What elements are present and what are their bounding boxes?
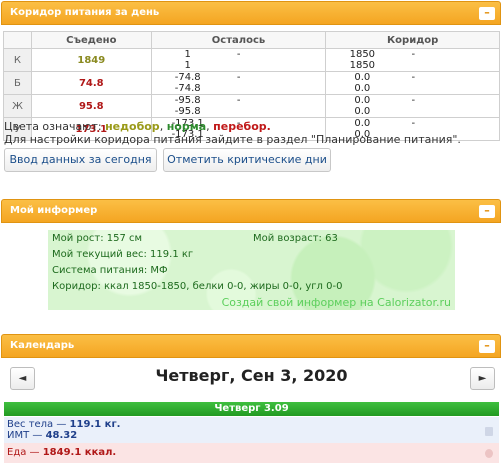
table-header-corridor: Коридор bbox=[325, 31, 500, 49]
informer-weight: Мой текущий вес: 119.1 кг bbox=[52, 249, 194, 260]
food-entry[interactable]: Еда — 1849.1 ккал. bbox=[4, 443, 499, 463]
remaining-cell: 1 - 1 bbox=[150, 48, 327, 72]
corridor-max: 0.0 bbox=[354, 106, 371, 117]
range-sep: - bbox=[411, 72, 416, 83]
corridor-panel-header: Коридор питания за день – bbox=[1, 1, 501, 25]
collapse-icon[interactable]: – bbox=[479, 205, 495, 218]
bmi-value: 48.32 bbox=[45, 430, 78, 441]
corridor-max: 1850 bbox=[349, 60, 376, 71]
informer-age: Мой возраст: 63 bbox=[253, 233, 338, 244]
informer-widget[interactable]: Мой рост: 157 см Мой возраст: 63 Мой тек… bbox=[48, 230, 455, 310]
remaining-cell: -74.8 - -74.8 bbox=[150, 71, 327, 95]
legend-over: перебор. bbox=[213, 120, 271, 133]
weight-entry[interactable]: Вес тела — 119.1 кг. ИМТ — 48.32 bbox=[4, 417, 499, 443]
corridor-cell: 0.0 - 0.0 bbox=[325, 71, 500, 95]
table-row: К 1849 1 - 1 1850 - 1850 bbox=[3, 48, 500, 72]
informer-panel-header: Мой информер – bbox=[1, 199, 501, 223]
remaining-min: -95.8 bbox=[174, 95, 201, 106]
food-value: 1849.1 ккал. bbox=[42, 447, 117, 458]
table-header-eaten: Съедено bbox=[30, 31, 152, 49]
remaining-max: -74.8 bbox=[174, 83, 201, 94]
weight-value: 119.1 кг. bbox=[69, 419, 121, 430]
informer-height: Мой рост: 157 см bbox=[52, 233, 143, 244]
food-line: Еда — 1849.1 ккал. bbox=[7, 447, 116, 458]
row-label: Б bbox=[3, 71, 32, 95]
eaten-value: 95.8 bbox=[30, 94, 152, 118]
corridor-cell: 1850 - 1850 bbox=[325, 48, 500, 72]
range-sep: - bbox=[236, 49, 241, 60]
corridor-max: 0.0 bbox=[354, 83, 371, 94]
calendar-date: Четверг, Сен 3, 2020 bbox=[155, 366, 348, 385]
remaining-max: -95.8 bbox=[174, 106, 201, 117]
corridor-min: 1850 bbox=[349, 49, 376, 60]
table-header-remaining: Осталось bbox=[150, 31, 327, 49]
collapse-icon[interactable]: – bbox=[479, 340, 495, 353]
corridor-min: 0.0 bbox=[354, 118, 371, 129]
legend-norm: норма bbox=[166, 120, 207, 133]
legend-prefix: Цвета означают: bbox=[4, 120, 102, 133]
color-legend: Цвета означают: недобор, норма, перебор. bbox=[4, 120, 271, 133]
informer-system: Система питания: МФ bbox=[52, 265, 168, 276]
corridor-panel-title: Коридор питания за день bbox=[10, 7, 160, 18]
eaten-value: 1849 bbox=[30, 48, 152, 72]
remaining-min: -74.8 bbox=[174, 72, 201, 83]
apple-icon bbox=[485, 449, 493, 458]
informer-panel-title: Мой информер bbox=[10, 205, 98, 216]
enter-today-data-button[interactable]: Ввод данных за сегодня bbox=[4, 148, 157, 172]
scale-icon bbox=[485, 427, 493, 436]
weight-label: Вес тела — bbox=[7, 419, 70, 430]
legend-under: недобор bbox=[105, 120, 160, 133]
corridor-cell: 0.0 - 0.0 bbox=[325, 94, 500, 118]
corridor-min: 0.0 bbox=[354, 95, 371, 106]
row-label: Ж bbox=[3, 94, 32, 118]
create-informer-link[interactable]: Создай свой информер на Calorizator.ru bbox=[222, 296, 451, 309]
legend-sep: , bbox=[206, 120, 210, 133]
food-label: Еда — bbox=[7, 447, 43, 458]
bmi-line: ИМТ — 48.32 bbox=[7, 430, 77, 441]
remaining-min: 1 bbox=[184, 49, 191, 60]
range-sep: - bbox=[411, 118, 416, 129]
weight-line: Вес тела — 119.1 кг. bbox=[7, 419, 120, 430]
table-header-empty bbox=[3, 31, 32, 49]
corridor-min: 0.0 bbox=[354, 72, 371, 83]
informer-corridor: Коридор: ккал 1850-1850, белки 0-0, жиры… bbox=[52, 281, 343, 292]
range-sep: - bbox=[411, 49, 416, 60]
row-label: К bbox=[3, 48, 32, 72]
range-sep: - bbox=[411, 95, 416, 106]
settings-hint: Для настройки коридора питания зайдите в… bbox=[4, 133, 461, 146]
next-day-button[interactable]: ► bbox=[470, 367, 495, 390]
calendar-panel-header: Календарь – bbox=[1, 334, 501, 358]
range-sep: - bbox=[236, 72, 241, 83]
legend-sep: , bbox=[159, 120, 164, 133]
mark-critical-days-button[interactable]: Отметить критические дни bbox=[163, 148, 331, 172]
day-header: Четверг 3.09 bbox=[4, 402, 499, 416]
table-row: Ж 95.8 -95.8 - -95.8 0.0 - 0.0 bbox=[3, 94, 500, 118]
eaten-value: 74.8 bbox=[30, 71, 152, 95]
collapse-icon[interactable]: – bbox=[479, 7, 495, 20]
calendar-panel-title: Календарь bbox=[10, 340, 75, 351]
bmi-label: ИМТ — bbox=[7, 430, 46, 441]
table-row: Б 74.8 -74.8 - -74.8 0.0 - 0.0 bbox=[3, 71, 500, 95]
remaining-cell: -95.8 - -95.8 bbox=[150, 94, 327, 118]
range-sep: - bbox=[236, 95, 241, 106]
remaining-max: 1 bbox=[184, 60, 191, 71]
table-header-row: Съедено Осталось Коридор bbox=[3, 31, 500, 49]
